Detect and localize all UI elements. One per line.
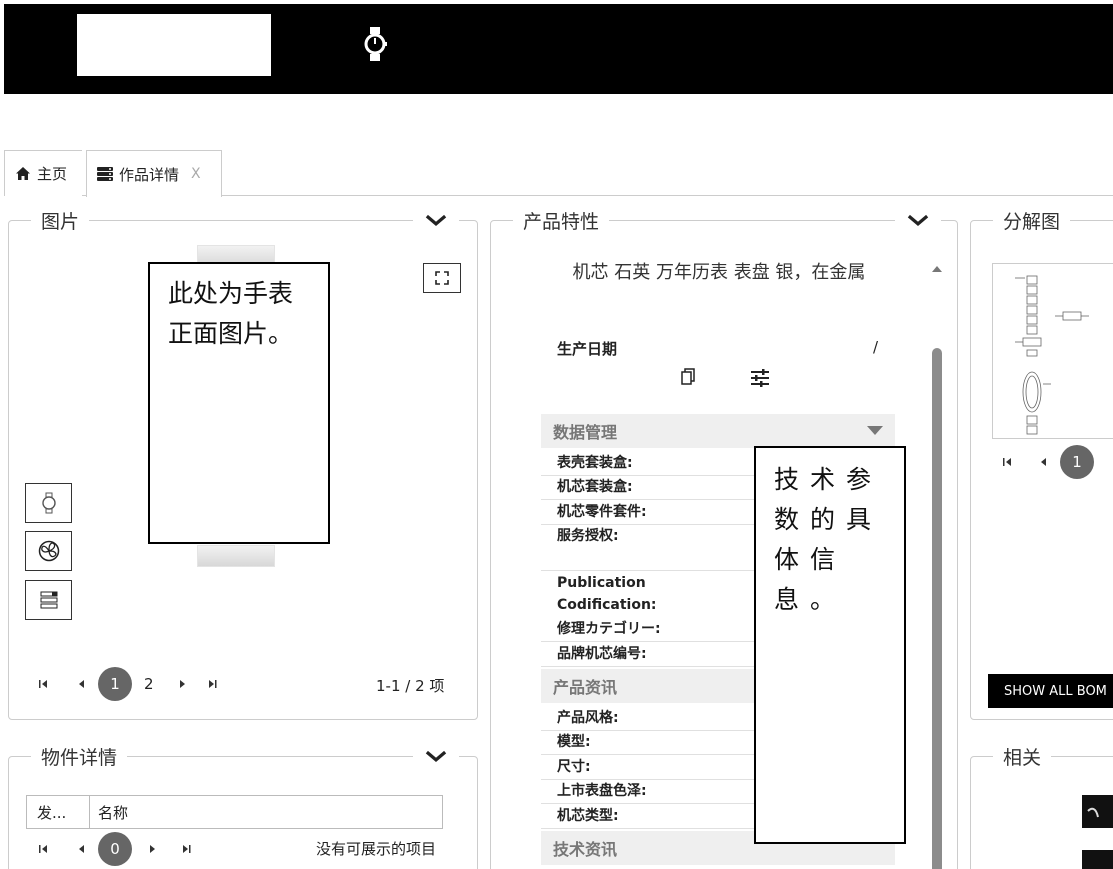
parts-panel-title: 物件详情	[31, 743, 128, 770]
watch-front-annotation: 此处为手表正面图片。	[148, 262, 330, 544]
section-title: 数据管理	[553, 423, 618, 442]
spec-row: Publication Codification:	[557, 575, 657, 613]
parts-pager: 0	[38, 832, 192, 866]
tab-bar: 主页 作品详情 X	[4, 150, 1113, 197]
tab-detail-label: 作品详情	[119, 165, 180, 184]
first-page-icon[interactable]	[38, 843, 50, 855]
copy-icon[interactable]	[680, 368, 696, 386]
current-page[interactable]: 0	[98, 832, 132, 866]
chevron-down-icon[interactable]	[413, 207, 459, 233]
view-parts-button[interactable]	[25, 580, 72, 620]
fullscreen-button[interactable]	[423, 263, 461, 293]
exploded-diagram-drawing	[1015, 275, 1089, 435]
prev-page-icon[interactable]	[76, 843, 88, 855]
related-thumbnail-image	[1087, 807, 1099, 818]
home-icon	[16, 167, 30, 180]
scroll-up-icon[interactable]	[932, 266, 942, 272]
scrollbar[interactable]	[932, 348, 942, 869]
exploded-diagram[interactable]	[992, 263, 1113, 439]
page-summary: 1-1 / 2 项	[376, 677, 445, 695]
sliders-icon[interactable]	[750, 368, 770, 388]
view-watch-button[interactable]	[25, 483, 72, 523]
features-panel-title: 产品特性	[513, 207, 610, 234]
exploded-pager: 1	[1002, 445, 1094, 479]
prev-page-icon[interactable]	[76, 678, 88, 690]
parts-list-icon	[40, 591, 57, 609]
related-thumbnail[interactable]	[1082, 850, 1113, 869]
production-date-label: 生产日期	[557, 340, 618, 358]
current-page[interactable]: 1	[1060, 445, 1094, 479]
product-name: 机芯 石英 万年历表 表盘 银，在金属	[572, 262, 866, 283]
server-icon	[97, 167, 113, 181]
production-date-value: /	[873, 338, 879, 356]
tab-home-label: 主页	[37, 165, 68, 183]
expand-icon	[435, 271, 449, 285]
watch-outline-icon	[41, 492, 56, 514]
view-movement-button[interactable]	[25, 531, 72, 571]
parts-table-header: 发... 名称	[26, 795, 443, 829]
section-title: 产品资讯	[553, 678, 618, 697]
show-all-bom-button[interactable]: SHOW ALL BOM	[988, 674, 1113, 708]
current-page[interactable]: 1	[98, 667, 132, 701]
image-panel-title: 图片	[31, 207, 90, 234]
logo[interactable]	[77, 14, 271, 76]
image-pager: 1 2	[38, 667, 218, 701]
column-header[interactable]: 发...	[27, 796, 90, 828]
tab-home[interactable]: 主页	[4, 150, 82, 196]
first-page-icon[interactable]	[1002, 456, 1014, 468]
section-title: 技术资讯	[553, 840, 618, 859]
exploded-panel-title: 分解图	[993, 207, 1071, 234]
empty-message: 没有可展示的项目	[316, 840, 437, 858]
caret-down-icon	[867, 426, 883, 435]
section-data-management[interactable]: 数据管理	[541, 414, 895, 448]
tech-annotation: 技术参数的具体信息。	[754, 446, 906, 844]
chevron-down-icon[interactable]	[413, 743, 459, 769]
movement-icon	[38, 540, 59, 562]
first-page-icon[interactable]	[38, 678, 50, 690]
related-thumbnail[interactable]	[1082, 795, 1113, 828]
page-2-link[interactable]: 2	[144, 675, 154, 693]
column-header[interactable]: 名称	[90, 796, 442, 828]
chevron-down-icon[interactable]	[895, 207, 941, 233]
related-panel-title: 相关	[993, 743, 1052, 770]
watch-strap-bottom	[197, 545, 275, 567]
tab-detail[interactable]: 作品详情 X	[86, 150, 222, 197]
prev-page-icon[interactable]	[1038, 456, 1050, 468]
next-page-icon[interactable]	[176, 678, 188, 690]
next-page-icon[interactable]	[146, 843, 158, 855]
tab-close-icon[interactable]: X	[191, 166, 201, 182]
last-page-icon[interactable]	[180, 843, 192, 855]
watch-icon[interactable]	[362, 26, 388, 62]
last-page-icon[interactable]	[206, 678, 218, 690]
